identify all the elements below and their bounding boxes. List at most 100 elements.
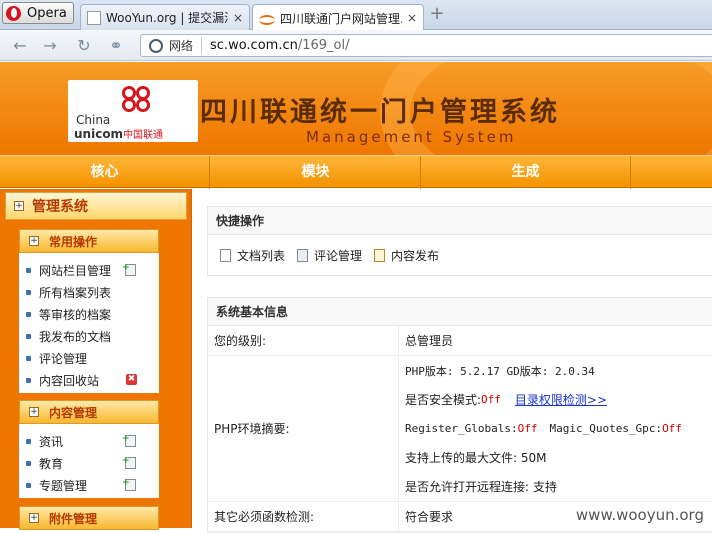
address-toolbar: ← → ↻ ⚭ 网络 sc.wo.com.cn/169_ol/ [0, 30, 712, 61]
comment-icon [297, 248, 309, 262]
reload-icon[interactable]: ↻ [74, 36, 94, 56]
sidebar-item-topics[interactable]: 专题管理 [19, 474, 159, 496]
edit-icon [374, 248, 386, 262]
browser-tab-unicom[interactable]: 四川联通门户网站管理... × [252, 4, 424, 31]
new-tab-button[interactable]: + [428, 5, 446, 24]
opera-menu-button[interactable]: Opera [2, 2, 74, 24]
opera-logo-icon [6, 5, 21, 21]
back-arrow-icon[interactable]: ← [10, 36, 30, 56]
main-nav: 核心 模块 生成 [0, 155, 712, 189]
sidebar-item-comments[interactable]: 评论管理 [19, 347, 159, 369]
site-subtitle: Management System [306, 128, 517, 146]
group-header[interactable]: + 附件管理 [19, 506, 159, 530]
level-value: 总管理员 [405, 334, 454, 348]
group-content-manage: + 内容管理 资讯 教育 专题管理 [19, 400, 159, 498]
bullet-icon [26, 438, 31, 444]
bullet-icon [26, 289, 31, 295]
main-content: 快捷操作 文档列表 评论管理 内容发布 系统基本信息 您的级别: 总管理员 PH… [193, 189, 712, 533]
bullet-icon [26, 377, 31, 383]
bullet-icon [26, 333, 31, 339]
security-label: 网络 [169, 37, 203, 54]
group-header[interactable]: + 常用操作 [19, 229, 159, 253]
quick-actions-panel: 快捷操作 文档列表 评论管理 内容发布 [207, 206, 712, 276]
level-label: 您的级别: [214, 334, 267, 348]
watermark: www.wooyun.org [575, 506, 704, 524]
dir-permission-check-link[interactable]: 目录权限检测>> [515, 391, 607, 408]
expand-icon[interactable]: + [14, 201, 24, 211]
site-title: 四川联通统一门户管理系统 [200, 97, 560, 128]
group-title: 附件管理 [49, 511, 98, 526]
add-document-icon[interactable] [122, 478, 136, 491]
table-row: 您的级别: 总管理员 [208, 326, 712, 356]
expand-icon[interactable]: + [29, 407, 39, 417]
browser-tab-bar: Opera WooYun.org | 提交漏洞 × 四川联通门户网站管理... … [0, 0, 712, 31]
group-title: 内容管理 [49, 405, 98, 420]
panel-title: 快捷操作 [208, 207, 712, 235]
tab-title: 四川联通门户网站管理... [280, 11, 402, 26]
quick-doc-list-link[interactable]: 文档列表 [220, 247, 285, 264]
nav-core[interactable]: 核心 [0, 156, 210, 189]
page-favicon-icon [87, 10, 101, 25]
logo-unicom-text: unicom中国联通 [74, 127, 164, 141]
nav-modules[interactable]: 模块 [211, 156, 421, 189]
nav-empty [631, 156, 712, 189]
sidebar-item-pending-archives[interactable]: 等审核的档案 [19, 303, 159, 325]
key-icon[interactable]: ⚭ [106, 36, 126, 56]
unicom-logo: China unicom中国联通 [68, 80, 198, 142]
table-row: PHP环境摘要: PHP版本: 5.2.17 GD版本: 2.0.34 是否安全… [208, 356, 712, 502]
sidebar-item-all-archives[interactable]: 所有档案列表 [19, 281, 159, 303]
site-header: China unicom中国联通 四川联通统一门户管理系统 Management… [0, 62, 712, 155]
sidebar-item-my-docs[interactable]: 我发布的文档 [19, 325, 159, 347]
bullet-icon [26, 311, 31, 317]
group-common-ops: + 常用操作 网站栏目管理 所有档案列表 等审核的档案 我发布的文档 评论管理 … [19, 229, 159, 393]
functions-label: 其它必须函数检测: [214, 510, 315, 524]
globals-line: Register_Globals: Off Magic_Quotes_Gpc: Off [405, 422, 682, 435]
sidebar-item-education[interactable]: 教育 [19, 452, 159, 474]
browser-tab-wooyun[interactable]: WooYun.org | 提交漏洞 × [80, 4, 250, 30]
tab-title: WooYun.org | 提交漏洞 [106, 11, 228, 25]
clear-recycle-icon[interactable]: ✖ [126, 374, 137, 385]
safe-mode-line: 是否安全模式: Off 目录权限检测>> [405, 391, 608, 408]
add-document-icon[interactable] [122, 263, 136, 276]
php-version: PHP版本: 5.2.17 GD版本: 2.0.34 [405, 364, 595, 378]
add-document-icon[interactable] [122, 456, 136, 469]
document-icon [220, 248, 231, 262]
bullet-icon [26, 355, 31, 361]
close-tab-icon[interactable]: × [233, 11, 243, 25]
bullet-icon [26, 460, 31, 466]
close-tab-icon[interactable]: × [407, 11, 417, 25]
add-document-icon[interactable] [122, 434, 136, 447]
url-text[interactable]: sc.wo.com.cn/169_ol/ [202, 38, 349, 53]
sidebar-item-news[interactable]: 资讯 [19, 430, 159, 452]
address-field[interactable]: 网络 sc.wo.com.cn/169_ol/ [140, 34, 712, 57]
group-attachments: + 附件管理 [19, 506, 159, 530]
sidebar-header[interactable]: + 管理系统 [5, 192, 187, 220]
bullet-icon [26, 267, 31, 273]
url-host: sc.wo.com.cn [210, 38, 298, 53]
url-path: /169_ol/ [297, 38, 350, 53]
opera-menu-label: Opera [27, 5, 67, 21]
sidebar: + 管理系统 + 常用操作 网站栏目管理 所有档案列表 等审核的档案 我发布的文… [0, 189, 192, 530]
expand-icon[interactable]: + [29, 236, 39, 246]
max-upload: 支持上传的最大文件: 50M [405, 451, 547, 465]
quick-comments-link[interactable]: 评论管理 [297, 247, 362, 264]
quick-publish-link[interactable]: 内容发布 [374, 247, 439, 264]
remote-conn: 是否允许打开远程连接: 支持 [405, 480, 557, 494]
safe-mode-value: Off [481, 393, 501, 406]
panel-title: 系统基本信息 [208, 298, 712, 326]
system-info-panel: 系统基本信息 您的级别: 总管理员 PHP环境摘要: PHP版本: 5.2.17… [207, 297, 712, 533]
php-env-label: PHP环境摘要: [214, 422, 290, 436]
sidebar-item-recycle-bin[interactable]: 内容回收站 ✖ [19, 369, 159, 391]
group-title: 常用操作 [49, 234, 98, 249]
group-header[interactable]: + 内容管理 [19, 400, 159, 424]
unicom-favicon-icon [259, 13, 275, 25]
logo-china-text: China [76, 113, 111, 127]
forward-arrow-icon[interactable]: → [40, 36, 60, 56]
bullet-icon [26, 482, 31, 488]
unicom-knot-icon [122, 86, 156, 116]
nav-generate[interactable]: 生成 [421, 156, 631, 189]
globe-icon [149, 38, 163, 53]
sidebar-item-column-manage[interactable]: 网站栏目管理 [19, 259, 159, 281]
expand-icon[interactable]: + [29, 513, 39, 523]
sidebar-title: 管理系统 [32, 199, 88, 215]
